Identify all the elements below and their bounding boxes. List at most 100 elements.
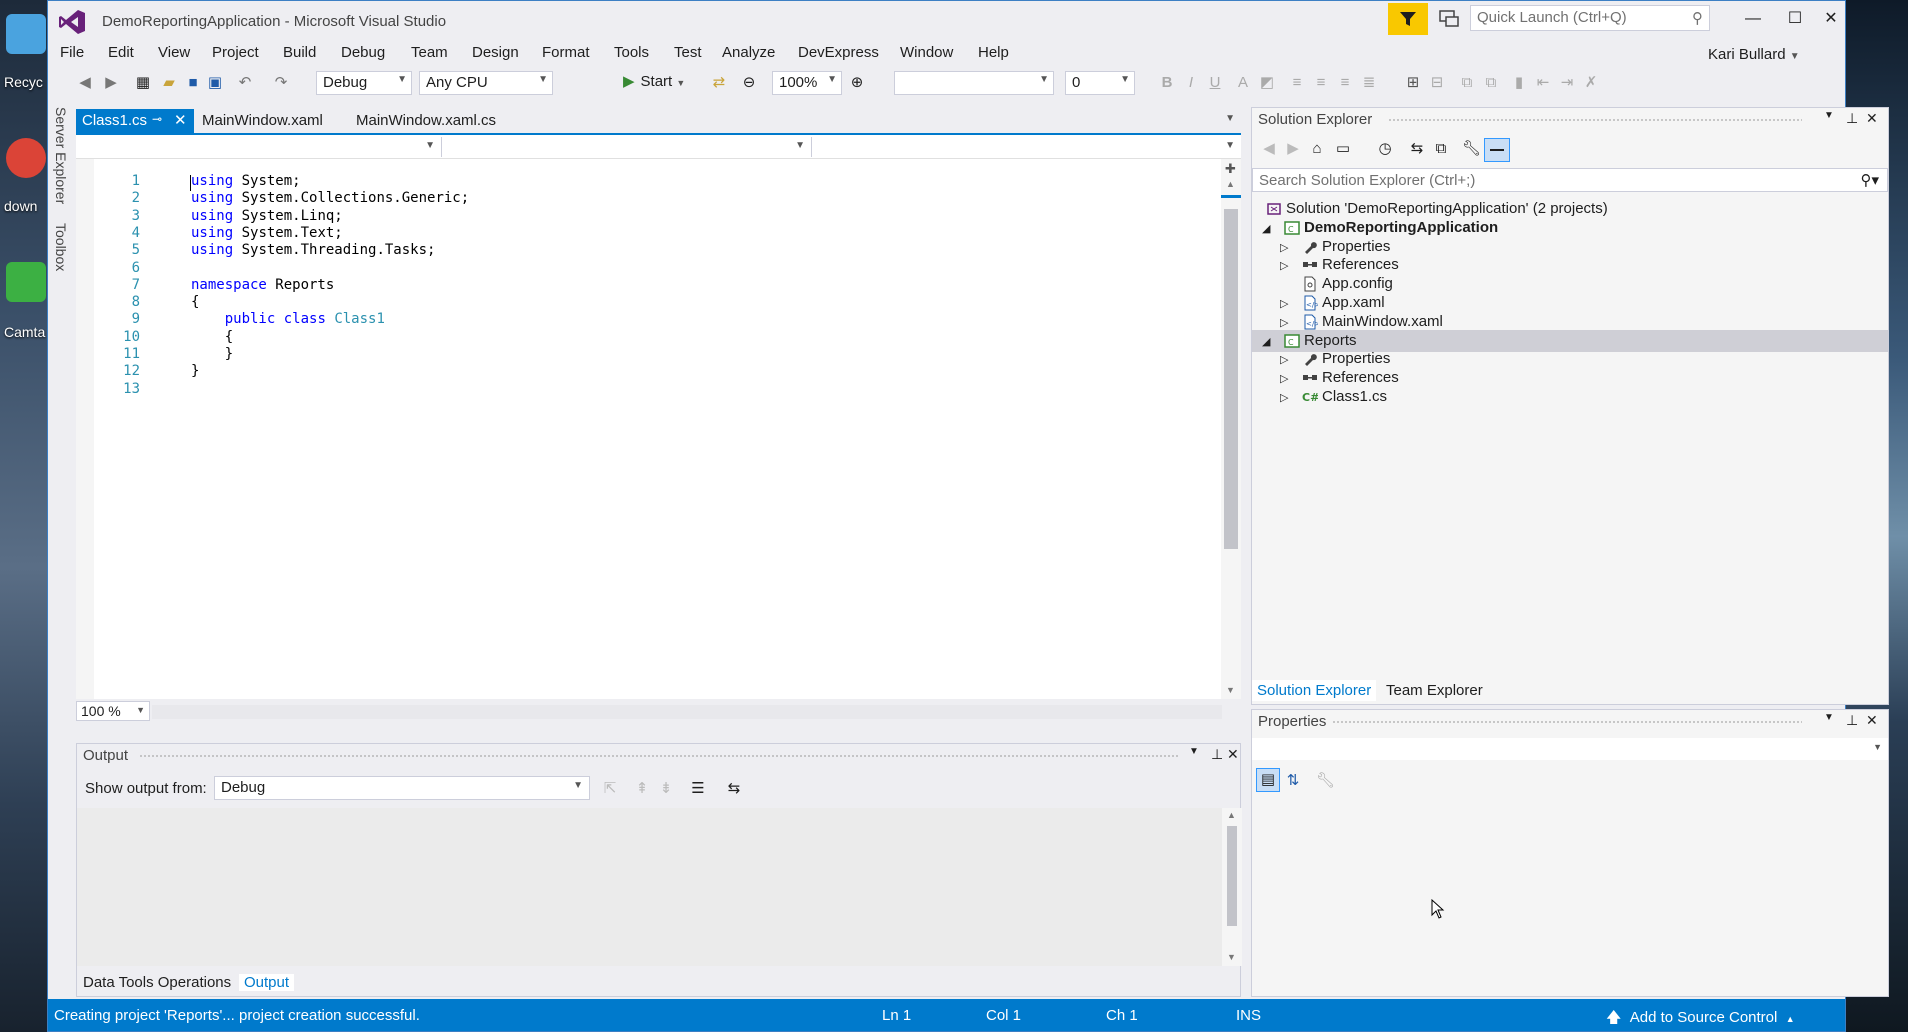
align-right-icon[interactable]: ≡ xyxy=(1336,74,1354,92)
open-file-icon[interactable]: ▰ xyxy=(160,74,178,92)
window-position-icon[interactable]: ▼ xyxy=(1189,746,1199,757)
zoom-in-icon[interactable]: ⊕ xyxy=(848,74,866,92)
close-icon[interactable]: ✕ xyxy=(1866,110,1878,127)
prev-message-icon[interactable]: ⇞ xyxy=(633,780,651,798)
background-color-icon[interactable]: ◩ xyxy=(1258,74,1276,92)
recycle-bin-icon[interactable] xyxy=(6,14,46,54)
word-wrap-icon[interactable]: ⇆ xyxy=(725,780,743,798)
preview-selected-items-button[interactable] xyxy=(1484,138,1510,162)
maximize-button[interactable]: ☐ xyxy=(1780,7,1810,31)
editor-zoom-select[interactable]: 100 % ▼ xyxy=(76,701,150,721)
editor-horizontal-scrollbar[interactable] xyxy=(152,705,1222,719)
minimize-button[interactable]: — xyxy=(1738,7,1768,31)
menu-edit[interactable]: Edit xyxy=(108,44,134,61)
menu-tools[interactable]: Tools xyxy=(614,44,649,61)
menu-devexpress[interactable]: DevExpress xyxy=(798,44,879,61)
collapse-arrow-icon[interactable]: ◢ xyxy=(1262,222,1270,235)
italic-icon[interactable]: I xyxy=(1182,74,1200,92)
expand-arrow-icon[interactable]: ▷ xyxy=(1280,372,1288,385)
next-message-icon[interactable]: ⇟ xyxy=(657,780,675,798)
menu-format[interactable]: Format xyxy=(542,44,590,61)
menu-help[interactable]: Help xyxy=(978,44,1009,61)
switch-views-icon[interactable]: ▭ xyxy=(1334,140,1352,158)
collapse-all-icon[interactable]: ⧉ xyxy=(1432,140,1450,158)
start-debugging-button[interactable]: ▶ Start ▼ xyxy=(623,72,685,90)
justify-icon[interactable]: ≣ xyxy=(1360,74,1378,92)
back-icon[interactable]: ◀ xyxy=(1260,140,1278,158)
back-icon[interactable]: ◀ xyxy=(76,74,94,92)
properties-wrench-icon[interactable]: 🔧︎ xyxy=(1462,140,1481,158)
expand-arrow-icon[interactable]: ▷ xyxy=(1280,259,1288,272)
align-center-icon[interactable]: ≡ xyxy=(1312,74,1330,92)
auto-hide-pin-icon[interactable]: ⊥ xyxy=(1846,110,1858,127)
editor-vertical-scrollbar[interactable]: ✚ ▲ ▼ xyxy=(1221,159,1241,699)
clear-all-icon[interactable]: ☰ xyxy=(689,780,707,798)
window-position-icon[interactable]: ▼ xyxy=(1824,712,1834,723)
zoom-out-icon[interactable]: ⊖ xyxy=(740,74,758,92)
save-all-icon[interactable]: ▣ xyxy=(206,74,224,92)
property-pages-wrench-icon[interactable]: 🔧︎ xyxy=(1316,772,1335,790)
scroll-thumb[interactable] xyxy=(1227,826,1237,926)
scroll-up-icon[interactable]: ▲ xyxy=(1226,179,1235,189)
undo-icon[interactable]: ↶ xyxy=(236,74,254,92)
find-message-icon[interactable]: ⇱ xyxy=(601,780,619,798)
save-icon[interactable]: ■ xyxy=(184,74,202,92)
menu-analyze[interactable]: Analyze xyxy=(722,44,775,61)
solution-configuration-select[interactable]: Debug ▼ xyxy=(316,71,412,95)
member-nav-select[interactable]: ▼ xyxy=(816,137,1241,157)
add-to-source-control-button[interactable]: 🡅︎ Add to Source Control ▲ xyxy=(1606,1007,1795,1032)
bring-to-front-icon[interactable]: ⧉ xyxy=(1458,74,1476,92)
camtasia-icon[interactable] xyxy=(6,262,46,302)
home-icon[interactable]: ⌂ xyxy=(1308,140,1326,158)
expand-arrow-icon[interactable]: ▷ xyxy=(1280,297,1288,310)
bookmark-icon[interactable]: ▮ xyxy=(1510,74,1528,92)
solution-search-input[interactable]: Search Solution Explorer (Ctrl+;) ⚲▾ xyxy=(1252,168,1888,192)
font-color-icon[interactable]: A xyxy=(1234,74,1252,92)
sync-with-document-icon[interactable]: ⇆ xyxy=(1408,140,1426,158)
underline-icon[interactable]: U xyxy=(1206,74,1224,92)
size-to-grid-icon[interactable]: ⊟ xyxy=(1428,74,1446,92)
redo-icon[interactable]: ↷ xyxy=(272,74,290,92)
output-source-select[interactable]: Debug ▼ xyxy=(214,776,590,800)
send-to-back-icon[interactable]: ⧉ xyxy=(1482,74,1500,92)
align-to-grid-icon[interactable]: ⊞ xyxy=(1404,74,1422,92)
expand-arrow-icon[interactable]: ▷ xyxy=(1280,353,1288,366)
categorized-view-button[interactable]: ▤ xyxy=(1256,768,1280,792)
expand-arrow-icon[interactable]: ▷ xyxy=(1280,316,1288,329)
scroll-down-icon[interactable]: ▼ xyxy=(1227,952,1236,962)
output-text-area[interactable] xyxy=(77,808,1222,966)
expand-arrow-icon[interactable]: ▷ xyxy=(1280,391,1288,404)
collapse-arrow-icon[interactable]: ◢ xyxy=(1262,335,1270,348)
scroll-thumb[interactable] xyxy=(1224,209,1238,549)
menu-project[interactable]: Project xyxy=(212,44,259,61)
type-nav-select[interactable]: ▼ xyxy=(446,137,812,157)
output-vertical-scrollbar[interactable]: ▲ ▼ xyxy=(1222,808,1242,966)
menu-debug[interactable]: Debug xyxy=(341,44,385,61)
clear-bookmarks-icon[interactable]: ✗ xyxy=(1582,74,1600,92)
tab-output[interactable]: Output xyxy=(239,974,295,991)
next-bookmark-icon[interactable]: ⇥ xyxy=(1558,74,1576,92)
quick-launch-input[interactable]: Quick Launch (Ctrl+Q) ⚲ xyxy=(1470,5,1710,31)
tab-team-explorer[interactable]: Team Explorer xyxy=(1386,682,1483,699)
code-line[interactable]: 13 xyxy=(76,381,1221,402)
feedback-icon[interactable] xyxy=(1438,9,1460,29)
menu-test[interactable]: Test xyxy=(674,44,702,61)
close-icon[interactable]: ✕ xyxy=(174,111,187,129)
chrome-icon[interactable] xyxy=(6,138,46,178)
tab-mainwindow-xaml[interactable]: MainWindow.xaml xyxy=(196,109,329,133)
scroll-down-icon[interactable]: ▼ xyxy=(1226,685,1235,695)
font-size-select[interactable]: 0 ▼ xyxy=(1065,71,1135,95)
notification-filter-button[interactable] xyxy=(1388,3,1428,35)
scroll-up-icon[interactable]: ▲ xyxy=(1227,810,1236,820)
new-project-icon[interactable]: ▦ xyxy=(134,74,152,92)
drag-grip[interactable] xyxy=(139,755,1179,757)
auto-hide-pin-icon[interactable]: ⊥ xyxy=(1211,746,1223,763)
expand-arrow-icon[interactable]: ▷ xyxy=(1280,241,1288,254)
forward-icon[interactable]: ▶ xyxy=(1284,140,1302,158)
split-icon[interactable]: ✚ xyxy=(1225,161,1236,177)
tab-class1-cs[interactable]: Class1.cs ⊸ ✕ xyxy=(76,109,194,133)
bold-icon[interactable]: B xyxy=(1158,74,1176,92)
menu-design[interactable]: Design xyxy=(472,44,519,61)
toolbox-tab[interactable]: Toolbox xyxy=(53,223,69,271)
designer-zoom-select[interactable]: 100% ▼ xyxy=(772,71,842,95)
